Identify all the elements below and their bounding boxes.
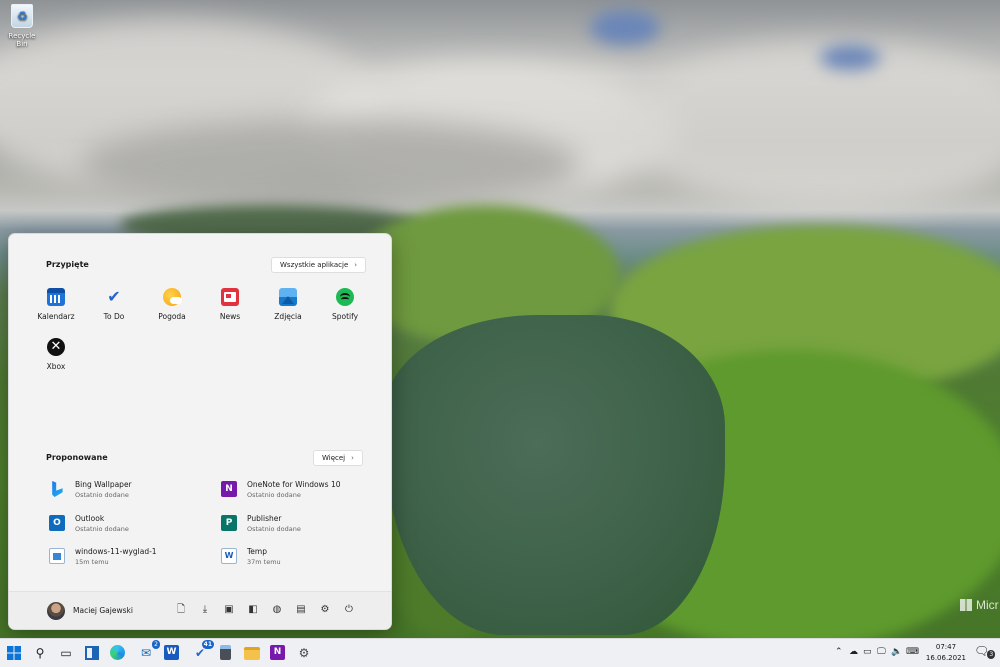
microsoft-watermark: Micr — [960, 598, 999, 612]
recommended-item[interactable]: Bing Wallpaper Ostatnio dodane — [49, 480, 132, 506]
display-icon[interactable]: 🖵 — [877, 647, 886, 657]
settings-icon[interactable]: ⚙ — [319, 604, 331, 616]
widgets-icon[interactable] — [83, 644, 101, 662]
task-view-icon[interactable]: ▭ — [57, 644, 75, 662]
pictures-icon[interactable]: ▣ — [223, 604, 235, 616]
todo-check-icon: ✔ — [107, 287, 121, 306]
taskbar: ⚲ ▭ ✉ 2 W ✔ 41 N ⚙ ⌃ ☁ ▭ 🖵 🔈 ⌨ 07:47 16.06… — [0, 638, 1000, 667]
pinned-app-news[interactable]: News — [205, 288, 255, 321]
bing-icon — [52, 481, 63, 497]
time: 07:47 — [935, 643, 957, 651]
recycle-bin-icon — [11, 4, 33, 28]
more-button[interactable]: Więcej › — [313, 450, 363, 466]
todo-badge: 41 — [201, 640, 214, 649]
microsoft-logo-icon — [960, 599, 972, 611]
chevron-up-icon[interactable]: ⌃ — [835, 647, 843, 657]
pinned-app-todo[interactable]: ✔ To Do — [89, 287, 139, 322]
download-icon[interactable]: ⤓ — [199, 604, 211, 616]
pinned-app-xbox[interactable]: ✕ Xbox — [31, 338, 81, 371]
search-icon[interactable]: ⚲ — [31, 644, 49, 662]
document-icon[interactable]: 🗋 — [175, 604, 187, 616]
weather-sun-icon — [163, 288, 182, 306]
pinned-app-kalendarz[interactable]: Kalendarz — [31, 288, 81, 321]
folder-user-icon[interactable]: ▤ — [295, 604, 307, 616]
xbox-icon: ✕ — [47, 338, 65, 356]
network-icon[interactable]: ▭ — [863, 647, 872, 657]
recommended-item[interactable]: W Temp 37m temu — [221, 547, 281, 573]
word-icon[interactable]: W — [163, 644, 181, 662]
all-apps-button[interactable]: Wszystkie aplikacje › — [271, 257, 367, 273]
recycle-bin-desktop-icon[interactable]: Recycle Bin — [5, 4, 39, 48]
spotify-icon — [336, 288, 354, 306]
windows-start-button[interactable] — [5, 644, 23, 662]
onenote-icon: N — [221, 481, 237, 497]
onenote-icon[interactable]: N — [269, 644, 287, 662]
photos-icon — [279, 288, 297, 306]
pinned-app-spotify[interactable]: Spotify — [320, 288, 370, 321]
news-icon — [221, 288, 239, 306]
user-name[interactable]: Maciej Gajewski — [73, 606, 133, 615]
word-doc-icon: W — [221, 548, 237, 564]
calculator-icon[interactable] — [217, 644, 235, 662]
recommended-item[interactable]: N OneNote for Windows 10 Ostatnio dodane — [221, 480, 341, 506]
pinned-app-pogoda[interactable]: Pogoda — [147, 288, 197, 321]
notification-badge: 3 — [987, 650, 996, 659]
edge-icon[interactable] — [109, 644, 127, 662]
image-file-icon — [49, 548, 65, 564]
chevron-right-icon: › — [354, 261, 358, 269]
volume-icon[interactable]: 🔈 — [891, 647, 902, 657]
start-menu: Przypięte Wszystkie aplikacje › Kalendarz… — [8, 233, 392, 630]
avatar[interactable] — [47, 602, 65, 620]
calendar-icon — [47, 288, 65, 306]
recommended-section-title: Proponowane — [46, 453, 108, 462]
publisher-icon: P — [221, 515, 237, 531]
notification-center-icon[interactable]: 🗨 3 — [974, 644, 996, 659]
settings-icon[interactable]: ⚙ — [295, 644, 313, 662]
onedrive-icon[interactable]: ☁ — [849, 647, 858, 657]
recommended-item[interactable]: O Outlook Ostatnio dodane — [49, 514, 129, 540]
chevron-right-icon: › — [351, 454, 354, 462]
start-menu-footer: Maciej Gajewski 🗋 ⤓ ▣ ◧ ◍ ▤ ⚙ ⏻ — [9, 591, 391, 629]
recommended-item[interactable]: P Publisher Ostatnio dodane — [221, 514, 301, 540]
mail-badge: 2 — [152, 640, 160, 649]
todo-icon[interactable]: ✔ 41 — [191, 640, 214, 662]
recycle-bin-label: Recycle Bin — [8, 32, 36, 48]
keyboard-icon[interactable]: ⌨ — [906, 647, 919, 657]
power-icon[interactable]: ⏻ — [343, 604, 355, 616]
file-explorer-icon[interactable] — [243, 644, 261, 662]
pinned-section-title: Przypięte — [46, 260, 89, 269]
outlook-icon: O — [49, 515, 65, 531]
windows-start-icon — [7, 646, 21, 660]
clock[interactable]: 07:47 16.06.2021 — [926, 642, 966, 664]
date: 16.06.2021 — [925, 654, 966, 662]
mail-icon[interactable]: ✉ 2 — [137, 640, 160, 662]
video-icon[interactable]: ◧ — [247, 604, 259, 616]
recommended-item[interactable]: windows-11-wyglad-1 15m temu — [49, 547, 157, 573]
network-icon[interactable]: ◍ — [271, 604, 283, 616]
pinned-app-zdjecia[interactable]: Zdjęcia — [263, 288, 313, 321]
